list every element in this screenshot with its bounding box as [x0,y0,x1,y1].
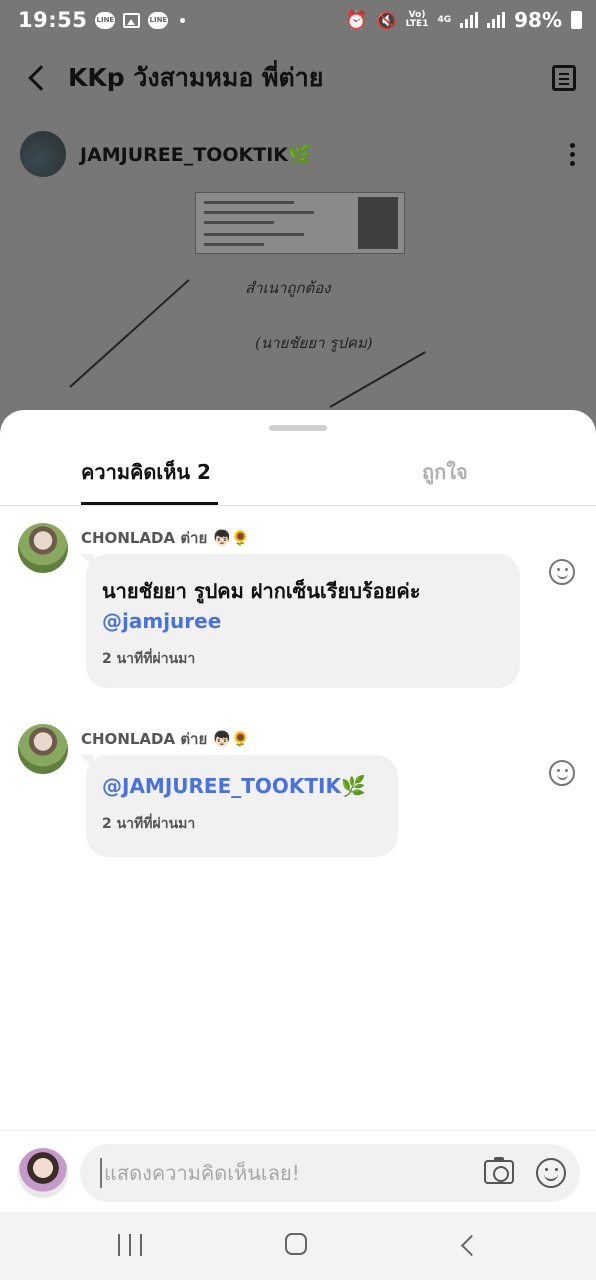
tab-comments[interactable]: ความคิดเห็น 2 [81,456,211,488]
tab-bar: ความคิดเห็น 2 ถูกใจ [0,444,596,506]
camera-icon[interactable] [484,1157,514,1184]
system-nav-bar [0,1212,596,1280]
signal-icon [487,12,506,28]
background-post-screen: 19:55 LINE LINE ⏰ 🔇 Vo) LTE1 4G 98% KKp ว… [0,0,596,460]
comment-time: 2 นาทีที่ผ่านมา [102,651,196,667]
tab-underline [81,502,218,505]
more-options-icon[interactable] [570,142,576,166]
back-icon[interactable] [458,1234,480,1256]
network-type: 4G [437,14,452,25]
page-title: KKp วังสามหมอ พี่ต่าย [68,63,324,92]
image-icon [123,12,141,28]
pen-line [69,279,190,388]
handwriting: สำเนาถูกต้อง [245,279,331,297]
comment-input-bar [0,1130,596,1212]
mention-link[interactable]: @jamjuree [102,606,504,636]
comment-bubble[interactable]: นายชัยยา รูปคม ฝากเซ็นเรียบร้อยค่ะ @jamj… [80,554,520,688]
input-container [80,1144,580,1202]
recents-icon[interactable] [118,1234,142,1256]
pen-line [329,351,426,408]
react-smiley-icon[interactable] [549,760,575,786]
status-bar: 19:55 LINE LINE ⏰ 🔇 Vo) LTE1 4G 98% [0,0,596,40]
avatar[interactable] [18,724,68,774]
avatar[interactable] [18,523,68,573]
home-icon[interactable] [285,1233,307,1255]
more-notifications-icon [180,17,186,23]
emoji-icon[interactable] [536,1158,566,1188]
comment-author[interactable]: CHONLADA ต่าย 👦🏻🌻 [81,526,250,550]
line-icon: LINE [148,11,169,29]
battery-percent: 98% [514,8,562,32]
back-icon[interactable] [20,60,56,96]
line-icon: LINE [95,11,116,29]
post-image[interactable]: สำเนาถูกต้อง (นายชัยยา รูปคม) [60,186,490,416]
comment-text: นายชัยยา รูปคม ฝากเซ็นเรียบร้อยค่ะ [102,579,421,603]
alarm-icon: ⏰ [345,9,368,31]
mute-icon: 🔇 [376,10,397,30]
app-bar: KKp วังสามหมอ พี่ต่าย [0,40,596,116]
avatar[interactable] [20,131,66,177]
status-time: 19:55 [18,8,88,32]
id-card-image [195,192,405,254]
sheet-drag-handle[interactable] [269,425,327,431]
comment-author[interactable]: CHONLADA ต่าย 👦🏻🌻 [81,727,250,751]
tab-likes[interactable]: ถูกใจ [422,456,468,488]
post-author-row: JAMJUREE_TOOKTIK🌿 [20,130,576,178]
document-icon[interactable] [552,65,576,91]
signal-icon [460,12,479,28]
react-smiley-icon[interactable] [549,559,575,585]
handwriting: (นายชัยยา รูปคม) [255,334,373,352]
battery-icon [571,11,582,29]
comment-time: 2 นาทีที่ผ่านมา [102,816,196,832]
mention-link[interactable]: @JAMJUREE_TOOKTIK🌿 [102,771,382,801]
comment-bubble[interactable]: @JAMJUREE_TOOKTIK🌿 2 นาทีที่ผ่านมา [80,755,398,857]
post-author-name[interactable]: JAMJUREE_TOOKTIK🌿 [80,143,312,166]
avatar [18,1148,68,1198]
volte-label: Vo) LTE1 [405,10,429,29]
comment-input[interactable] [100,1158,470,1188]
